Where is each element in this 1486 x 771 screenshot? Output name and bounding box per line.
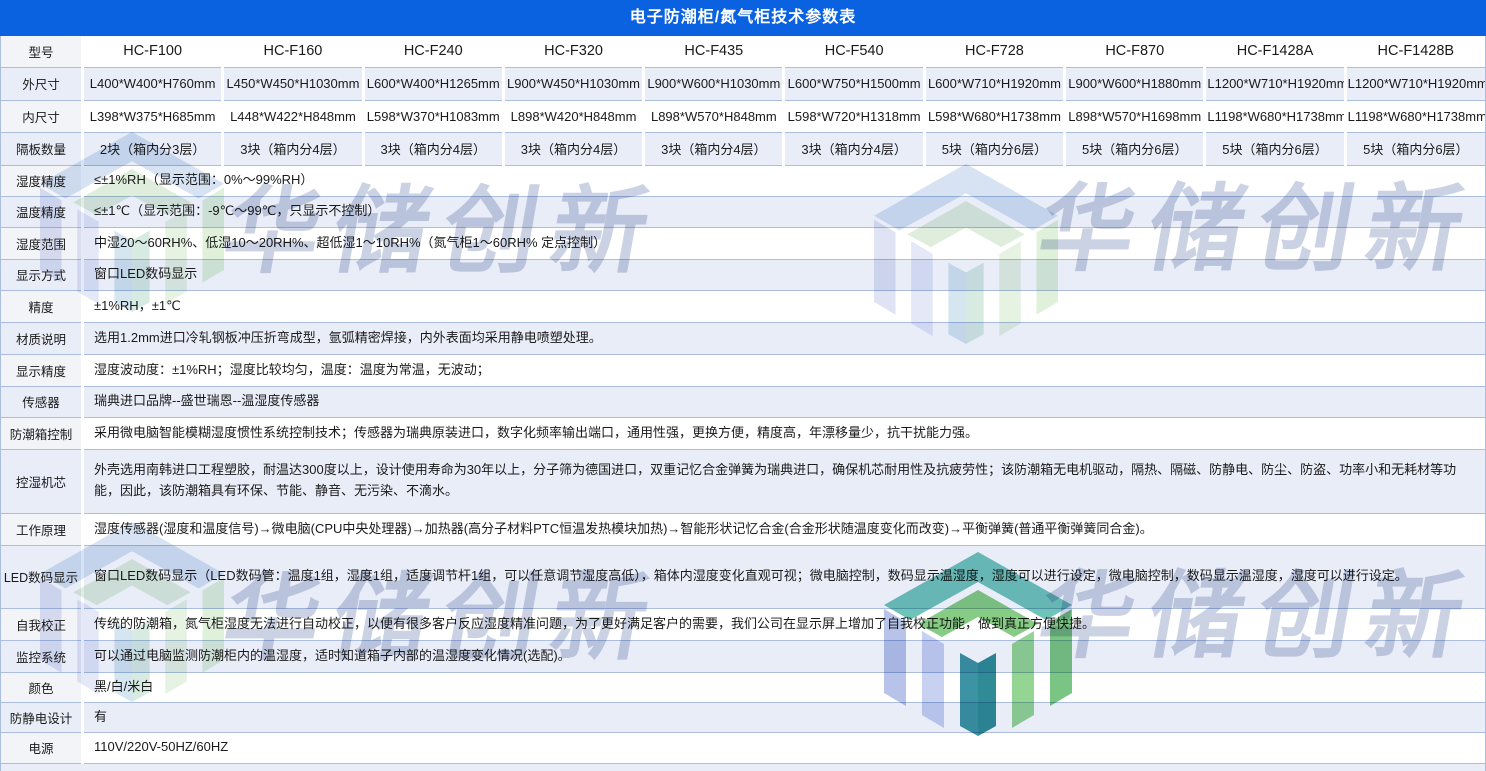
row-label: 防潮箱控制 — [1, 417, 83, 449]
spec-value: 瑞典进口品牌--盛世瑞恩--温湿度传感器 — [83, 386, 1486, 417]
spec-value: 可以通过电脑监测防潮柜内的温湿度，适时知道箱子内部的温湿度变化情况(选配)。 — [83, 640, 1486, 672]
grid-cell: 5块（箱内分6层） — [1345, 132, 1485, 165]
row-label: 温度精度 — [1, 196, 83, 227]
row-label: 材质说明 — [1, 322, 83, 354]
spec-value: 有 — [83, 702, 1486, 732]
grid-cell: L900*W600*H1030mm — [644, 67, 784, 100]
row-label: 颜色 — [1, 672, 83, 702]
grid-cell: L900*W450*H1030mm — [503, 67, 643, 100]
model-name: HC-F240 — [363, 36, 503, 67]
grid-cell: L400*W400*H760mm — [83, 67, 223, 100]
grid-cell: L598*W370*H1083mm — [363, 100, 503, 132]
grid-cell: 5块（箱内分6层） — [1065, 132, 1205, 165]
spec-value: 传统的防潮箱，氮气柜湿度无法进行自动校正，以便有很多客户反应湿度精准问题，为了更… — [83, 608, 1486, 640]
grid-cell: 3块（箱内分4层） — [363, 132, 503, 165]
model-name: HC-F160 — [223, 36, 363, 67]
grid-cell: 3块（箱内分4层） — [644, 132, 784, 165]
row-label: 显示方式 — [1, 259, 83, 290]
row-label: 防静电设计 — [1, 702, 83, 732]
grid-cell: 3块（箱内分4层） — [784, 132, 924, 165]
grid-cell: 2块（箱内分3层） — [83, 132, 223, 165]
spec-value: 湿度传感器(湿度和温度信号)→微电脑(CPU中央处理器)→加热器(高分子材料PT… — [83, 513, 1486, 545]
spec-value: 窗口LED数码显示（LED数码管：温度1组，湿度1组，适度调节杆1组，可以任意调… — [83, 545, 1486, 608]
spec-value: ≤±1%RH（显示范围：0%～99%RH） — [83, 165, 1486, 196]
grid-cell: 3块（箱内分4层） — [503, 132, 643, 165]
page: 电子防潮柜/氮气柜技术参数表 型号HC-F100HC-F160HC-F240HC… — [0, 0, 1486, 771]
model-name: HC-F1428B — [1345, 36, 1485, 67]
row-label: LED数码显示 — [1, 545, 83, 608]
spec-value: 选用1.2mm进口冷轧钢板冲压折弯成型，氩弧精密焊接，内外表面均采用静电喷塑处理… — [83, 322, 1486, 354]
spec-value: ±1%RH，±1℃ — [83, 290, 1486, 322]
grid-cell: L600*W750*H1500mm — [784, 67, 924, 100]
model-name: HC-F1428A — [1205, 36, 1345, 67]
grid-cell: L898*W570*H848mm — [644, 100, 784, 132]
grid-cell: L898*W420*H848mm — [503, 100, 643, 132]
grid-cell: L1198*W680*H1738mm — [1205, 100, 1345, 132]
row-label: 外尺寸 — [1, 67, 83, 100]
model-name: HC-F435 — [644, 36, 784, 67]
grid-cell: L450*W450*H1030mm — [223, 67, 363, 100]
grid-cell: L598*W680*H1738mm — [924, 100, 1064, 132]
spec-value: 湿度波动度：±1%RH；湿度比较均匀，温度：温度为常温，无波动； — [83, 354, 1486, 386]
grid-cell: L1200*W710*H1920mm — [1345, 67, 1485, 100]
row-label: 隔板数量 — [1, 132, 83, 165]
spec-table-body: 型号HC-F100HC-F160HC-F240HC-F320HC-F435HC-… — [1, 36, 1486, 771]
row-label: 精度 — [1, 290, 83, 322]
grid-cell: 3块（箱内分4层） — [223, 132, 363, 165]
spec-value: ≤±1℃（显示范围：-9℃～99℃，只显示不控制） — [83, 196, 1486, 227]
bottom-strip — [1, 763, 1486, 771]
spec-value: 110V/220V-50HZ/60HZ — [83, 732, 1486, 763]
row-label: 监控系统 — [1, 640, 83, 672]
grid-cell: L600*W710*H1920mm — [924, 67, 1064, 100]
row-label: 传感器 — [1, 386, 83, 417]
row-label: 显示精度 — [1, 354, 83, 386]
row-label: 湿度范围 — [1, 227, 83, 259]
row-label: 湿度精度 — [1, 165, 83, 196]
grid-cell: L1200*W710*H1920mm — [1205, 67, 1345, 100]
spec-value: 中湿20～60RH%、低湿10～20RH%、超低湿1～10RH%（氮气柜1～60… — [83, 227, 1486, 259]
grid-cell: L1198*W680*H1738mm — [1345, 100, 1485, 132]
grid-cell: 5块（箱内分6层） — [1205, 132, 1345, 165]
row-label: 自我校正 — [1, 608, 83, 640]
grid-cell: L448*W422*H848mm — [223, 100, 363, 132]
spec-value: 采用微电脑智能模糊湿度惯性系统控制技术；传感器为瑞典原装进口，数字化频率输出端口… — [83, 417, 1486, 449]
model-name: HC-F870 — [1065, 36, 1205, 67]
grid-cell: L600*W400*H1265mm — [363, 67, 503, 100]
spec-value: 外壳选用南韩进口工程塑胶，耐温达300度以上，设计使用寿命为30年以上，分子筛为… — [83, 449, 1486, 513]
model-name: HC-F540 — [784, 36, 924, 67]
row-label: 内尺寸 — [1, 100, 83, 132]
row-label: 工作原理 — [1, 513, 83, 545]
spec-value: 黑/白/米白 — [83, 672, 1486, 702]
row-label: 电源 — [1, 732, 83, 763]
spec-value: 窗口LED数码显示 — [83, 259, 1486, 290]
grid-cell: L898*W570*H1698mm — [1065, 100, 1205, 132]
grid-cell: L398*W375*H685mm — [83, 100, 223, 132]
model-name: HC-F100 — [83, 36, 223, 67]
row-label: 控湿机芯 — [1, 449, 83, 513]
page-title: 电子防潮柜/氮气柜技术参数表 — [0, 0, 1486, 36]
spec-table: 型号HC-F100HC-F160HC-F240HC-F320HC-F435HC-… — [0, 36, 1486, 771]
grid-cell: 5块（箱内分6层） — [924, 132, 1064, 165]
model-name: HC-F728 — [924, 36, 1064, 67]
grid-cell: L900*W600*H1880mm — [1065, 67, 1205, 100]
model-name: HC-F320 — [503, 36, 643, 67]
grid-cell: L598*W720*H1318mm — [784, 100, 924, 132]
models-row-label: 型号 — [1, 36, 83, 67]
